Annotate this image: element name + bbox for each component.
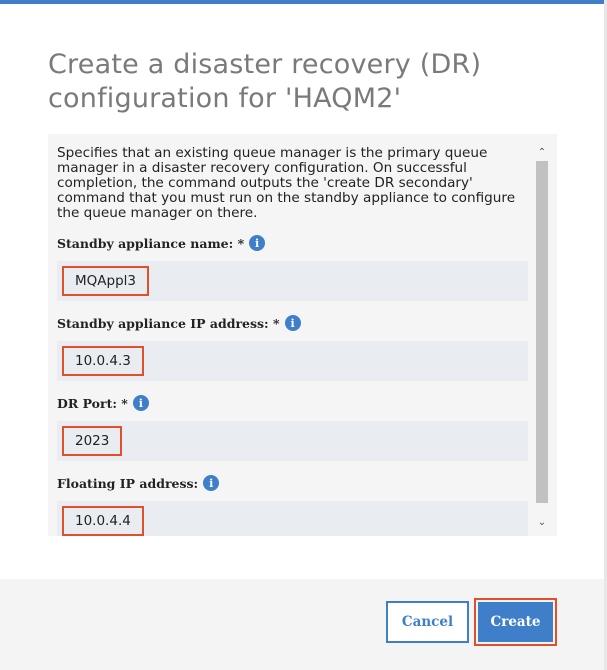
info-icon[interactable]: i	[284, 315, 301, 331]
floating-ip-field[interactable]: 10.0.4.4	[57, 501, 528, 536]
create-button-highlight: Create	[474, 598, 557, 646]
field-label-text: Standby appliance IP address: *	[57, 315, 280, 331]
scrollbar-thumb[interactable]	[536, 161, 548, 503]
create-button[interactable]: Create	[478, 602, 553, 642]
floating-ip-value[interactable]: 10.0.4.4	[62, 506, 144, 536]
scroll-up-icon[interactable]: ⌃	[534, 144, 550, 160]
info-icon[interactable]: i	[132, 395, 149, 411]
info-icon[interactable]: i	[249, 235, 266, 251]
dialog-footer: Cancel Create	[0, 579, 604, 670]
standby-appliance-ip-field[interactable]: 10.0.4.3	[57, 341, 528, 381]
dialog-content: Specifies that an existing queue manager…	[48, 134, 557, 536]
dr-port-value[interactable]: 2023	[62, 426, 123, 456]
dialog-description: Specifies that an existing queue manager…	[57, 145, 516, 221]
field-label-text: Standby appliance name: *	[57, 235, 245, 251]
info-icon[interactable]: i	[203, 475, 220, 491]
dr-port-field[interactable]: 2023	[57, 421, 528, 461]
dr-config-dialog: Create a disaster recovery (DR) configur…	[0, 0, 604, 670]
form-body: Specifies that an existing queue manager…	[57, 145, 528, 536]
scroll-down-icon[interactable]: ⌄	[534, 514, 550, 530]
cancel-button[interactable]: Cancel	[386, 601, 469, 643]
dr-port-label: DR Port: * i	[57, 393, 527, 413]
dialog-title: Create a disaster recovery (DR) configur…	[48, 49, 482, 114]
standby-appliance-ip-value[interactable]: 10.0.4.3	[62, 346, 144, 376]
standby-appliance-name-label: Standby appliance name: * i	[57, 233, 527, 253]
standby-appliance-ip-label: Standby appliance IP address: * i	[57, 313, 527, 333]
field-label-text: DR Port: *	[57, 395, 128, 411]
standby-appliance-name-value[interactable]: MQAppl3	[62, 266, 149, 296]
field-label-text: Floating IP address:	[57, 475, 199, 491]
vertical-scrollbar[interactable]: ⌃ ⌄	[534, 144, 550, 530]
floating-ip-label: Floating IP address: i	[57, 473, 527, 493]
standby-appliance-name-field[interactable]: MQAppl3	[57, 261, 528, 301]
